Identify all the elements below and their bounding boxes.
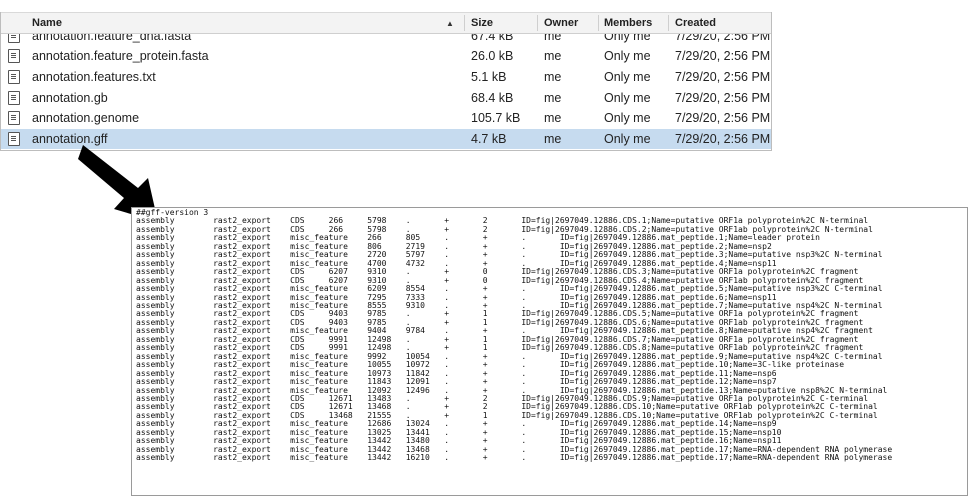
column-header: Name ▲ Size Owner Members Created xyxy=(1,12,771,34)
file-owner: me xyxy=(544,49,562,63)
file-created: 7/29/20, 2:56 PM xyxy=(675,111,771,125)
document-icon xyxy=(8,49,20,63)
file-owner: me xyxy=(544,111,562,125)
gff-file-content: ##gff-version 3 assembly rast2_export CD… xyxy=(136,208,893,463)
file-name[interactable]: annotation.gb xyxy=(32,91,108,105)
file-size: 26.0 kB xyxy=(471,49,514,63)
document-icon xyxy=(8,132,20,146)
file-name[interactable]: annotation.genome xyxy=(32,111,139,125)
file-owner: me xyxy=(544,91,562,105)
file-owner: me xyxy=(544,132,562,146)
file-name[interactable]: annotation.features.txt xyxy=(32,70,156,84)
file-size: 68.4 kB xyxy=(471,91,514,105)
file-members: Only me xyxy=(604,70,651,84)
column-owner[interactable]: Owner xyxy=(544,17,578,29)
file-size: 5.1 kB xyxy=(471,70,507,84)
column-name[interactable]: Name xyxy=(32,17,62,29)
column-members[interactable]: Members xyxy=(604,17,652,29)
file-owner: me xyxy=(544,70,562,84)
file-row[interactable]: annotation.feature_protein.fasta 26.0 kB m… xyxy=(1,46,771,66)
file-created: 7/29/20, 2:56 PM xyxy=(675,91,771,105)
file-created: 7/29/20, 2:56 PM xyxy=(675,132,771,146)
file-browser: annotation.feature_dna.fasta 67.4 kB me Onl… xyxy=(0,12,772,151)
sort-ascending-icon[interactable]: ▲ xyxy=(446,19,454,28)
file-row[interactable]: annotation.features.txt 5.1 kB me Only me 7/… xyxy=(1,67,771,87)
file-members: Only me xyxy=(604,49,651,63)
file-size: 4.7 kB xyxy=(471,132,507,146)
file-created: 7/29/20, 2:56 PM xyxy=(675,49,771,63)
document-icon xyxy=(8,91,20,105)
column-created[interactable]: Created xyxy=(675,17,716,29)
document-icon xyxy=(8,111,20,125)
file-members: Only me xyxy=(604,132,651,146)
gff-text-view: ##gff-version 3 assembly rast2_export CD… xyxy=(131,207,968,496)
gff-line: assembly rast2_export misc_feature 13442… xyxy=(136,453,893,463)
document-icon xyxy=(8,70,20,84)
column-size[interactable]: Size xyxy=(471,17,493,29)
file-members: Only me xyxy=(604,91,651,105)
file-size: 105.7 kB xyxy=(471,111,521,125)
file-name[interactable]: annotation.feature_protein.fasta xyxy=(32,49,209,63)
file-row[interactable]: annotation.gb 68.4 kB me Only me 7/29/20, 2:… xyxy=(1,88,771,108)
file-members: Only me xyxy=(604,111,651,125)
file-created: 7/29/20, 2:56 PM xyxy=(675,70,771,84)
file-row[interactable]: annotation.genome 105.7 kB me Only me 7/29/2… xyxy=(1,108,771,128)
